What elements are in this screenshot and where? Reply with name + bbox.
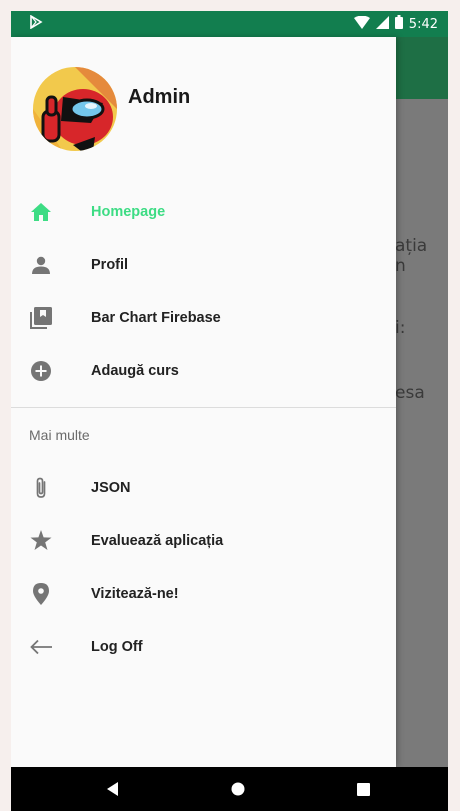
drawer-item-label: JSON [91,479,131,496]
paperclip-icon [29,476,53,500]
avatar [33,67,117,151]
user-name: Admin [128,86,191,108]
drawer-item-log-off[interactable]: Log Off [11,620,396,673]
drawer-item-label: Evaluează aplicația [91,532,224,549]
drawer-item-label: Vizitează-ne! [91,585,179,602]
drawer-item-label: Bar Chart Firebase [91,309,221,326]
signal-icon [375,15,389,33]
location-pin-icon [29,582,53,606]
drawer-divider [11,407,396,408]
home-button[interactable] [228,779,248,799]
status-bar: 5:42 [11,11,448,37]
arrow-left-icon [29,635,53,659]
device-screen: 5:42 ația n i: esa Admin Homepage Profil… [11,11,448,811]
status-time: 5:42 [408,16,438,32]
drawer-item-label: Homepage [91,203,166,220]
background-text: ația [395,236,428,256]
drawer-item-evalueaza-aplicatia[interactable]: Evaluează aplicația [11,514,396,567]
background-text: n [395,256,406,276]
star-icon [29,529,53,553]
drawer-item-viziteaza-ne[interactable]: Vizitează-ne! [11,567,396,620]
drawer-item-label: Profil [91,256,129,273]
drawer-item-bar-chart-firebase[interactable]: Bar Chart Firebase [11,291,396,344]
section-title: Mai multe [29,427,90,443]
library-icon [29,306,53,330]
home-icon [29,200,53,224]
wifi-icon [353,15,370,33]
battery-icon [394,15,403,33]
navigation-drawer: Admin Homepage Profil Bar Chart Firebase [11,37,396,767]
background-text: i: [395,318,406,338]
drawer-item-label: Log Off [91,638,143,655]
status-icons: 5:42 [353,15,438,33]
play-store-icon [29,14,43,33]
drawer-item-label: Adaugă curs [91,362,179,379]
drawer-item-profil[interactable]: Profil [11,238,396,291]
drawer-item-homepage[interactable]: Homepage [11,185,396,238]
background-text: esa [395,383,425,403]
recents-button[interactable] [353,779,373,799]
add-circle-icon [29,359,53,383]
system-nav-bar [11,767,448,811]
drawer-item-json[interactable]: JSON [11,461,396,514]
person-icon [29,253,53,277]
back-button[interactable] [103,779,123,799]
drawer-item-adauga-curs[interactable]: Adaugă curs [11,344,396,397]
